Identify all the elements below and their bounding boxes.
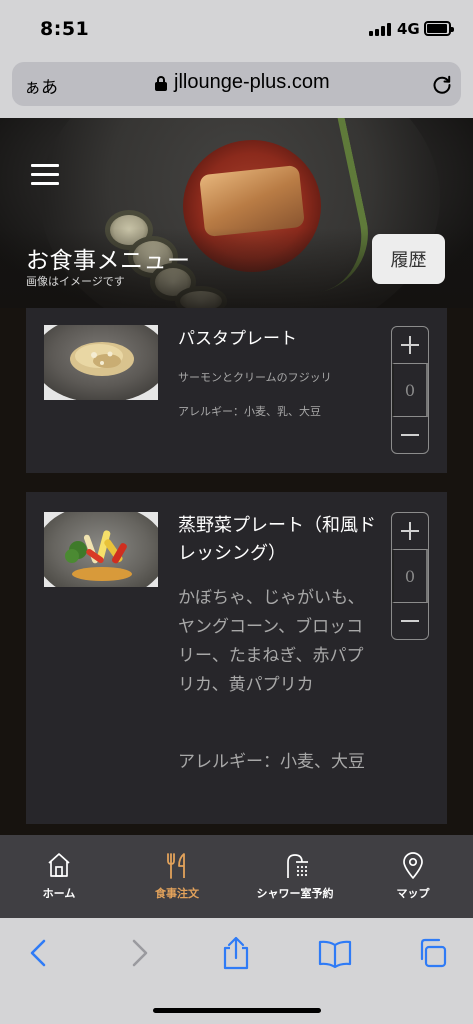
fork-knife-icon [167, 853, 185, 879]
quantity-input[interactable] [392, 549, 428, 603]
menu-item-description: サーモンとクリームのフジッリ [178, 371, 332, 384]
page-subtitle: 画像はイメージです [26, 275, 125, 288]
tab-label: 食事注文 [155, 887, 199, 900]
network-type: 4G [397, 20, 420, 38]
tab-home[interactable]: ホーム [0, 835, 118, 918]
menu-item-allergy: アレルギー：小麦、大豆 [178, 752, 365, 772]
pasta-plate-photo [44, 325, 158, 400]
share-icon[interactable] [218, 936, 254, 970]
quantity-input[interactable] [392, 363, 428, 417]
steamed-vegetable-plate-photo [44, 512, 158, 587]
hero-fish [199, 164, 305, 238]
decrement-button[interactable] [392, 417, 428, 453]
reload-icon[interactable] [431, 73, 453, 95]
browser-toolbar [0, 918, 473, 1024]
url-domain[interactable]: jllounge-plus.com [174, 71, 330, 94]
browser-address-area: ぁあ jllounge-plus.com [0, 58, 473, 118]
menu-item-card: 蒸野菜プレート（和風ドレッシング） かぼちゃ、じゃがいも、ヤングコーン、ブロッコ… [26, 492, 447, 824]
decrement-button[interactable] [392, 603, 428, 639]
tab-label: ホーム [42, 887, 76, 900]
menu-item-name: パスタプレート [178, 329, 297, 349]
plus-icon [401, 336, 419, 354]
minus-icon [401, 612, 419, 630]
status-bar: 8:51 4G [0, 0, 473, 58]
menu-list: パスタプレート サーモンとクリームのフジッリ アレルギー：小麦、乳、大豆 0 蒸… [0, 308, 473, 835]
map-pin-icon [403, 852, 423, 879]
hamburger-menu-icon[interactable] [31, 164, 59, 186]
menu-item-card: パスタプレート サーモンとクリームのフジッリ アレルギー：小麦、乳、大豆 [26, 308, 447, 473]
bookmarks-icon[interactable] [317, 936, 353, 970]
plus-icon [401, 522, 419, 540]
home-indicator [153, 1008, 321, 1013]
tab-map[interactable]: マップ [354, 835, 472, 918]
text-size-button[interactable]: ぁあ [24, 73, 58, 98]
minus-icon [401, 426, 419, 444]
tab-label: シャワー室予約 [256, 887, 334, 900]
increment-button[interactable] [392, 327, 428, 363]
history-button[interactable]: 履歴 [372, 234, 445, 284]
lock-icon [155, 76, 167, 91]
battery-icon [424, 21, 454, 36]
forward-icon[interactable] [120, 936, 156, 970]
address-bar[interactable]: ぁあ jllounge-plus.com [12, 62, 461, 106]
bottom-tab-bar: ホーム 食事注文 シャワー室予約 マップ [0, 835, 473, 918]
home-icon [48, 853, 70, 877]
menu-item-description: かぼちゃ、じゃがいも、ヤングコーン、ブロッコリー、たまねぎ、赤パプリカ、黄パプリ… [178, 588, 365, 695]
shower-icon [287, 854, 308, 878]
quantity-stepper [391, 512, 429, 640]
cellular-signal-icon [369, 23, 393, 36]
quantity-stepper [391, 326, 429, 454]
menu-item-allergy: アレルギー：小麦、乳、大豆 [178, 405, 321, 418]
tab-meal-order[interactable]: 食事注文 [118, 835, 236, 918]
tabs-icon[interactable] [416, 936, 452, 970]
page-title: お食事メニュー [26, 248, 191, 274]
clock: 8:51 [40, 18, 90, 40]
tab-label: マップ [396, 887, 430, 900]
tab-shower-reservation[interactable]: シャワー室予約 [236, 835, 354, 918]
increment-button[interactable] [392, 513, 428, 549]
menu-item-name: 蒸野菜プレート（和風ドレッシング） [178, 515, 376, 564]
back-icon[interactable] [22, 936, 58, 970]
